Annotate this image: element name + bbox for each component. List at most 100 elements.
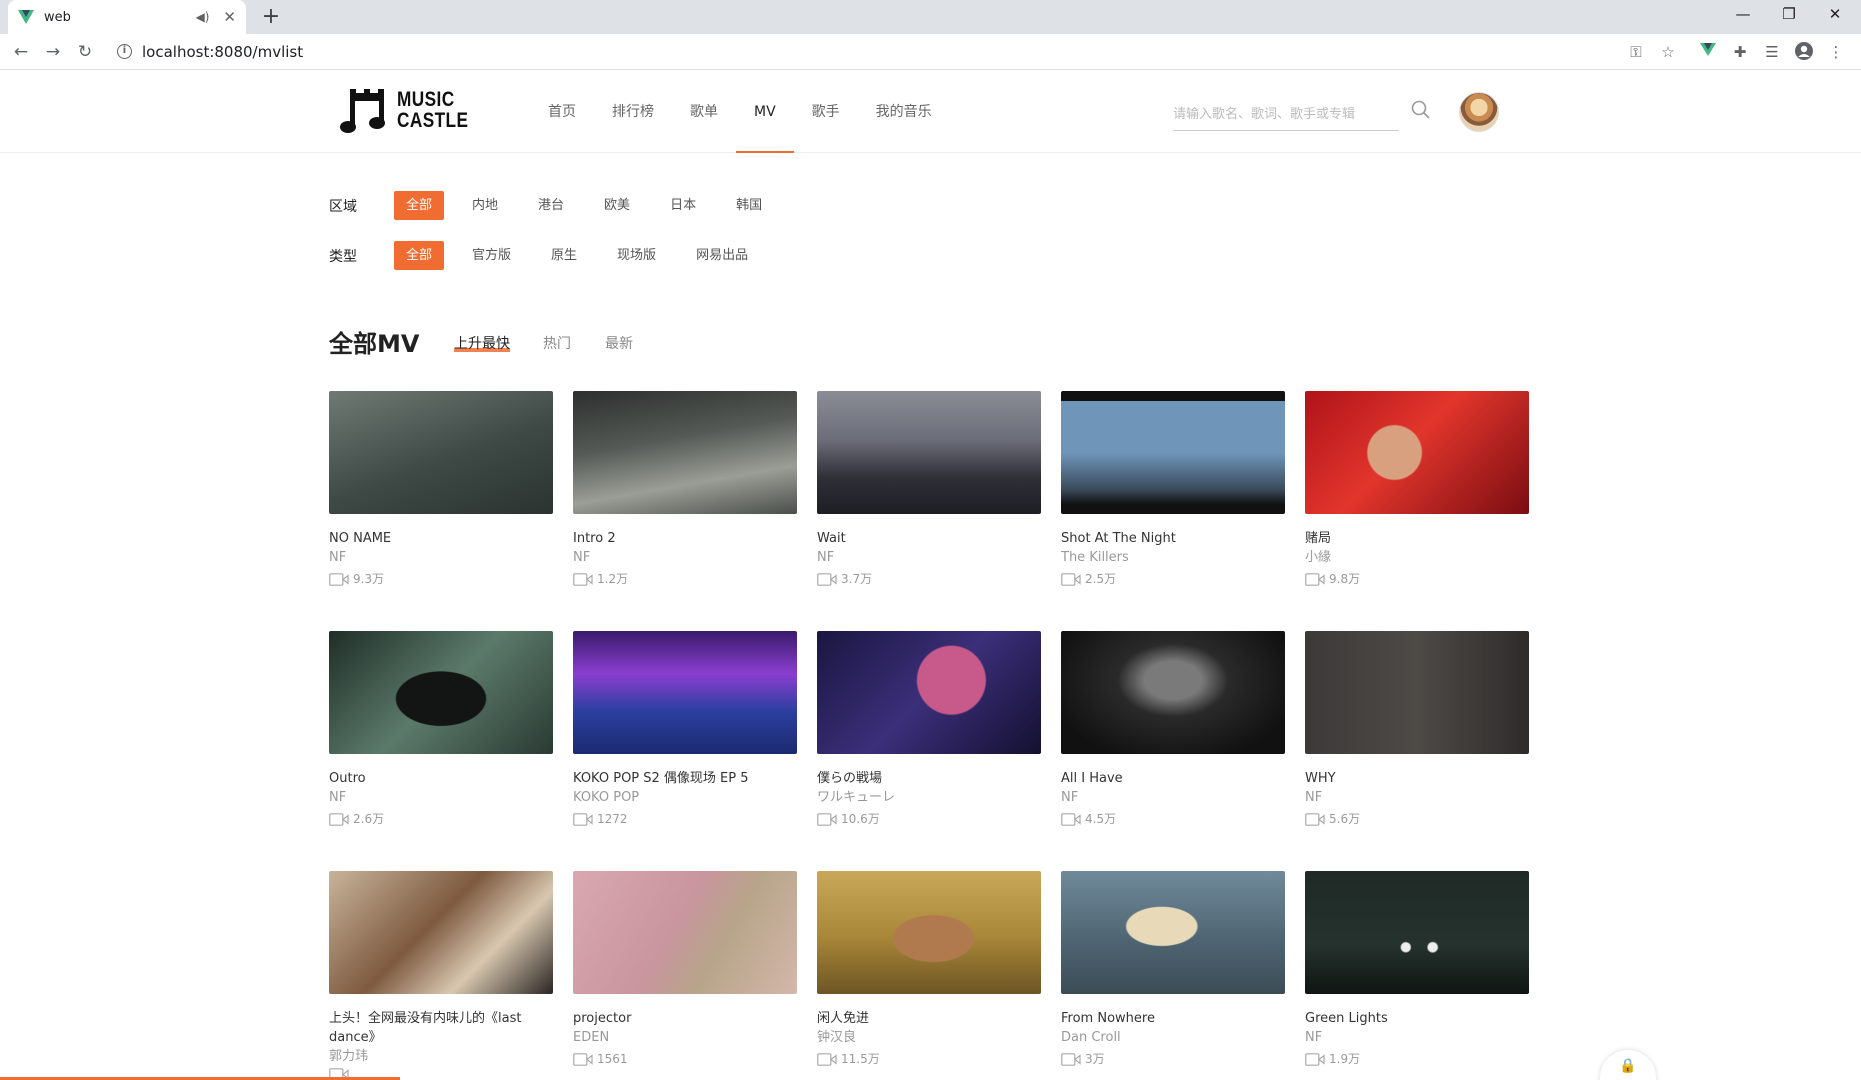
nav-my-music[interactable]: 我的音乐 [858,71,950,153]
mv-thumbnail[interactable] [1305,631,1529,754]
mv-thumbnail[interactable] [329,631,553,754]
type-chip-live[interactable]: 现场版 [605,241,668,270]
area-chip-west[interactable]: 欧美 [592,191,642,220]
vue-devtools-icon[interactable] [1697,41,1719,63]
mv-thumbnail[interactable] [1061,631,1285,754]
new-tab-button[interactable]: + [258,4,284,30]
mv-card[interactable]: 僕らの戦場 ワルキューレ 10.6万 [817,631,1041,829]
close-window-button[interactable]: ✕ [1812,0,1858,30]
mv-title[interactable]: NO NAME [329,529,553,548]
sort-newest[interactable]: 最新 [605,333,633,353]
mv-title[interactable]: projector [573,1009,797,1028]
forward-button[interactable]: → [40,39,66,65]
mv-artist[interactable]: KOKO POP [573,788,797,807]
mv-title[interactable]: Outro [329,769,553,788]
user-avatar[interactable] [1459,92,1499,132]
mv-artist[interactable]: 钟汉良 [817,1028,1041,1047]
area-chip-japan[interactable]: 日本 [658,191,708,220]
mv-thumbnail[interactable] [1305,391,1529,514]
mv-thumbnail[interactable] [1061,871,1285,994]
mv-artist[interactable]: ワルキューレ [817,788,1041,807]
type-chip-original[interactable]: 原生 [539,241,589,270]
mv-card[interactable]: KOKO POP S2 偶像现场 EP 5 KOKO POP 1272 [573,631,797,829]
mv-card[interactable]: All I Have NF 4.5万 [1061,631,1285,829]
mv-card[interactable]: 上头！全网最没有内味儿的《last dance》 郭力玮 [329,871,553,1080]
mv-thumbnail[interactable] [573,871,797,994]
mv-thumbnail[interactable] [573,391,797,514]
mv-artist[interactable]: NF [1305,1028,1529,1047]
mv-artist[interactable]: NF [1061,788,1285,807]
bookmark-star-icon[interactable]: ☆ [1657,41,1679,63]
mv-title[interactable]: Intro 2 [573,529,797,548]
nav-charts[interactable]: 排行榜 [594,71,672,153]
mv-thumbnail[interactable] [1305,871,1529,994]
mv-artist[interactable]: NF [329,788,553,807]
mv-card[interactable]: From Nowhere Dan Croll 3万 [1061,871,1285,1069]
type-chip-official[interactable]: 官方版 [460,241,523,270]
mv-thumbnail[interactable] [573,631,797,754]
mv-thumbnail[interactable] [817,871,1041,994]
sort-hot[interactable]: 热门 [543,333,571,353]
mv-title[interactable]: 上头！全网最没有内味儿的《last dance》 [329,1009,553,1047]
close-tab-icon[interactable]: ✕ [223,8,236,26]
nav-mv[interactable]: MV [736,71,794,153]
mv-card[interactable]: WHY NF 5.6万 [1305,631,1529,829]
site-info-icon[interactable]: i [117,44,132,59]
lock-float-button[interactable]: 🔒 [1600,1050,1656,1080]
mv-card[interactable]: projector EDEN 1561 [573,871,797,1069]
mv-card[interactable]: Wait NF 3.7万 [817,391,1041,589]
area-chip-hk-tw[interactable]: 港台 [526,191,576,220]
profile-icon[interactable] [1793,41,1815,63]
mv-title[interactable]: All I Have [1061,769,1285,788]
mv-card[interactable]: Intro 2 NF 1.2万 [573,391,797,589]
mv-title[interactable]: 赌局 [1305,529,1529,548]
mv-thumbnail[interactable] [329,871,553,994]
mv-thumbnail[interactable] [817,631,1041,754]
mv-title[interactable]: KOKO POP S2 偶像现场 EP 5 [573,769,797,788]
mv-title[interactable]: Shot At The Night [1061,529,1285,548]
back-button[interactable]: ← [8,39,34,65]
mv-thumbnail[interactable] [817,391,1041,514]
nav-home[interactable]: 首页 [530,71,594,153]
mv-title[interactable]: 闲人免进 [817,1009,1041,1028]
key-icon[interactable]: ⚿ [1625,41,1647,63]
mv-artist[interactable]: The Killers [1061,548,1285,567]
mv-artist[interactable]: 郭力玮 [329,1047,553,1066]
extensions-icon[interactable]: ✚ [1729,41,1751,63]
address-bar[interactable]: localhost:8080/mvlist [142,43,303,61]
mv-artist[interactable]: NF [329,548,553,567]
mv-title[interactable]: WHY [1305,769,1529,788]
sort-rising[interactable]: 上升最快 [454,333,510,353]
mv-card[interactable]: Green Lights NF 1.9万 [1305,871,1529,1069]
type-chip-all[interactable]: 全部 [394,241,445,270]
mv-card[interactable]: 赌局 小緣 9.8万 [1305,391,1529,589]
mv-artist[interactable]: NF [1305,788,1529,807]
mv-title[interactable]: From Nowhere [1061,1009,1285,1028]
menu-kebab-icon[interactable]: ⋮ [1825,41,1847,63]
browser-tab[interactable]: web ◀) ✕ [8,0,246,34]
speaker-icon[interactable]: ◀) [196,10,210,24]
type-chip-netease[interactable]: 网易出品 [684,241,760,270]
search-input[interactable] [1173,99,1373,129]
reload-button[interactable]: ↻ [72,39,98,65]
restore-button[interactable]: ❐ [1766,0,1812,30]
mv-artist[interactable]: Dan Croll [1061,1028,1285,1047]
minimize-button[interactable]: — [1720,0,1766,30]
mv-thumbnail[interactable] [1061,391,1285,514]
mv-artist[interactable]: EDEN [573,1028,797,1047]
nav-playlists[interactable]: 歌单 [672,71,736,153]
nav-singers[interactable]: 歌手 [794,71,858,153]
mv-title[interactable]: Wait [817,529,1041,548]
mv-artist[interactable]: NF [817,548,1041,567]
music-castle-logo[interactable]: MUSIC CASTLE [340,87,480,137]
mv-card[interactable]: NO NAME NF 9.3万 [329,391,553,589]
search-icon[interactable] [1410,99,1432,121]
mv-artist[interactable]: 小緣 [1305,548,1529,567]
mv-card[interactable]: Outro NF 2.6万 [329,631,553,829]
media-control-icon[interactable]: ☰ [1761,41,1783,63]
mv-card[interactable]: Shot At The Night The Killers 2.5万 [1061,391,1285,589]
area-chip-mainland[interactable]: 内地 [460,191,510,220]
area-chip-korea[interactable]: 韩国 [724,191,774,220]
mv-thumbnail[interactable] [329,391,553,514]
mv-title[interactable]: 僕らの戦場 [817,769,1041,788]
